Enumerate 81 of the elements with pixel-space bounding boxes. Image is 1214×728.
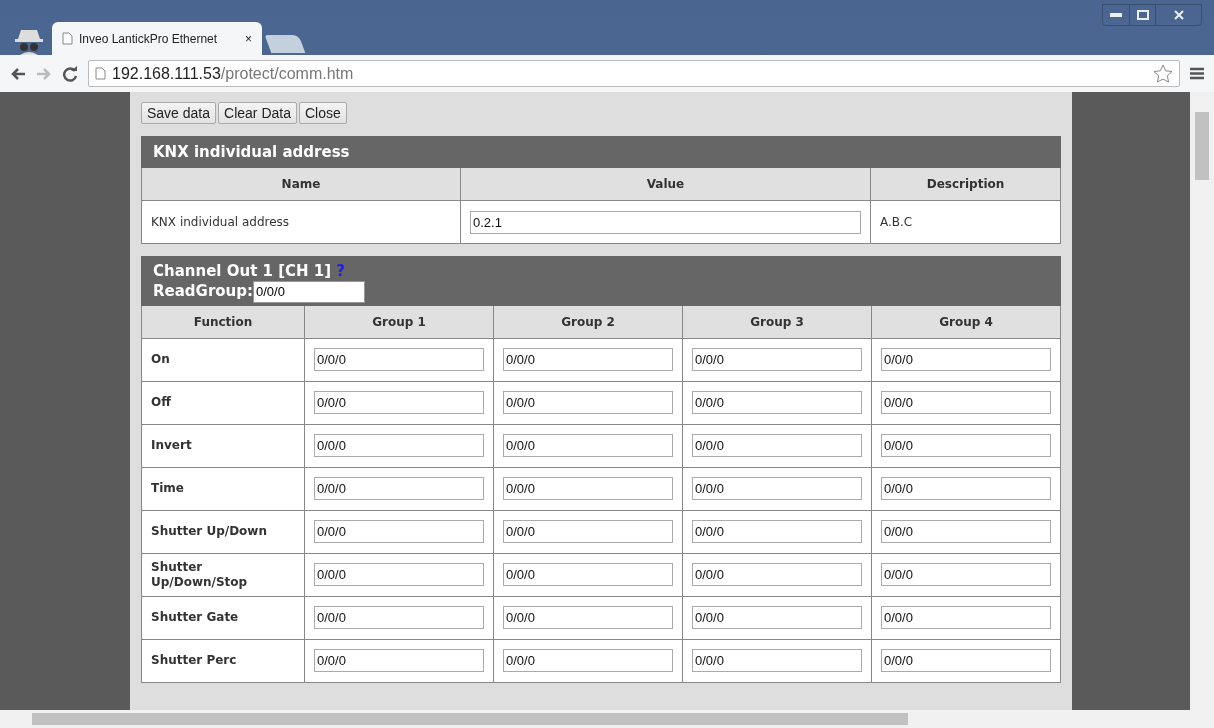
url-path: /protect/comm.htm (220, 64, 354, 83)
group-field[interactable]: 0/0/0 (314, 649, 484, 672)
group-field[interactable]: 0/0/0 (314, 348, 484, 371)
menu-icon[interactable] (1190, 67, 1204, 80)
column-header: Description (870, 167, 1061, 201)
section-title: Channel Out 1 [CH 1] (153, 262, 332, 280)
back-icon[interactable] (10, 66, 26, 81)
star-icon[interactable] (1153, 64, 1173, 83)
group-field[interactable]: 0/0/0 (503, 649, 673, 672)
group-field[interactable]: 0/0/0 (503, 348, 673, 371)
table-cell: A.B.C (870, 200, 1061, 244)
group-field[interactable]: 0/0/0 (881, 520, 1051, 543)
browser-tab[interactable]: Inveo LantickPro Ethernet × (52, 22, 262, 55)
column-header: Value (460, 167, 871, 201)
page-icon (95, 67, 106, 80)
value-field[interactable]: 0.2.1 (470, 210, 861, 234)
horizontal-scrollbar[interactable] (0, 710, 1214, 728)
incognito-icon (14, 27, 44, 55)
group-field[interactable]: 0/0/0 (314, 477, 484, 500)
group-field[interactable]: 0/0/0 (503, 477, 673, 500)
group-field[interactable]: 0/0/0 (314, 563, 484, 586)
url-host: 192.168.111.53 (112, 64, 221, 83)
group-field[interactable]: 0/0/0 (881, 563, 1051, 586)
address-bar[interactable]: 192.168.111.53/protect/comm.htm (88, 60, 1180, 87)
window-controls[interactable] (1102, 4, 1202, 26)
function-cell: Shutter Perc (141, 639, 305, 682)
group-field[interactable]: 0/0/0 (314, 520, 484, 543)
column-header: Group 3 (682, 305, 872, 338)
function-cell: Invert (141, 424, 305, 467)
vertical-scrollbar[interactable] (1190, 92, 1214, 710)
column-header: Group 1 (304, 305, 494, 338)
group-field[interactable]: 0/0/0 (881, 649, 1051, 672)
function-cell: Shutter Gate (141, 596, 305, 639)
page-icon (62, 32, 73, 45)
group-field[interactable]: 0/0/0 (881, 606, 1051, 629)
tab-title: Inveo LantickPro Ethernet (79, 31, 219, 46)
function-cell: Time (141, 467, 305, 510)
reload-icon[interactable] (62, 65, 78, 82)
function-cell: Off (141, 381, 305, 424)
table-cell: KNX individual address (141, 200, 461, 244)
forward-icon[interactable] (36, 66, 52, 81)
function-cell: Shutter Up/Down (141, 510, 305, 553)
group-field[interactable]: 0/0/0 (314, 434, 484, 457)
group-field[interactable]: 0/0/0 (881, 477, 1051, 500)
form-button[interactable]: Clear Data (218, 102, 297, 124)
group-field[interactable]: 0/0/0 (314, 606, 484, 629)
group-field[interactable]: 0/0/0 (503, 606, 673, 629)
group-field[interactable]: 0/0/0 (881, 391, 1051, 414)
group-field[interactable]: 0/0/0 (692, 391, 862, 414)
function-cell: On (141, 338, 305, 381)
group-field[interactable]: 0/0/0 (692, 520, 862, 543)
column-header: Name (141, 167, 461, 201)
group-field[interactable]: 0/0/0 (692, 348, 862, 371)
form-button[interactable]: Save data (141, 102, 217, 124)
column-header: Group 4 (871, 305, 1061, 338)
group-field[interactable]: 0/0/0 (881, 434, 1051, 457)
group-field[interactable]: 0/0/0 (692, 606, 862, 629)
tab-close-button[interactable]: × (245, 31, 252, 46)
readgroup-label: ReadGroup: (153, 282, 253, 300)
new-tab-button[interactable] (264, 35, 306, 53)
readgroup-field[interactable]: 0/0/0 (253, 280, 365, 303)
column-header: Function (141, 305, 305, 338)
close-icon (1173, 10, 1184, 20)
group-field[interactable]: 0/0/0 (881, 348, 1051, 371)
scroll-thumb[interactable] (1195, 112, 1209, 180)
minimize-icon (1110, 13, 1122, 17)
group-field[interactable]: 0/0/0 (692, 563, 862, 586)
group-field[interactable]: 0/0/0 (503, 563, 673, 586)
group-field[interactable]: 0/0/0 (692, 477, 862, 500)
form-button[interactable]: Close (299, 102, 347, 124)
maximize-icon (1136, 10, 1149, 20)
group-field[interactable]: 0/0/0 (503, 391, 673, 414)
group-field[interactable]: 0/0/0 (503, 434, 673, 457)
group-field[interactable]: 0/0/0 (692, 649, 862, 672)
function-cell: Shutter Up/Down/Stop (141, 553, 305, 596)
group-field[interactable]: 0/0/0 (314, 391, 484, 414)
column-header: Group 2 (493, 305, 683, 338)
section-title: KNX individual address (141, 136, 1061, 168)
group-field[interactable]: 0/0/0 (692, 434, 862, 457)
group-field[interactable]: 0/0/0 (503, 520, 673, 543)
scroll-thumb[interactable] (32, 713, 908, 725)
